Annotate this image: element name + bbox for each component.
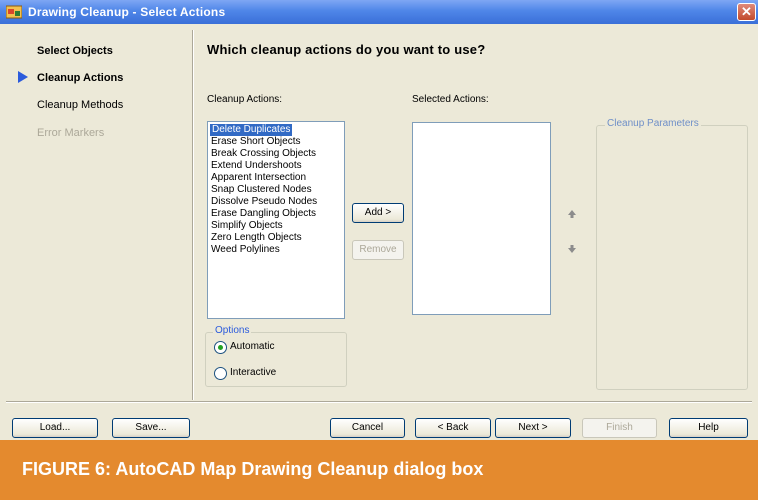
list-item[interactable]: Delete Duplicates <box>210 124 293 136</box>
next-button[interactable]: Next > <box>495 418 571 438</box>
finish-button[interactable]: Finish <box>582 418 657 438</box>
cleanup-actions-list[interactable]: Delete Duplicates Erase Short Objects Br… <box>207 121 345 319</box>
cleanup-parameters-title: Cleanup Parameters <box>605 118 701 129</box>
step-error-markers: Error Markers <box>37 127 105 139</box>
add-button[interactable]: Add > <box>352 203 404 223</box>
sidebar-divider <box>192 30 194 400</box>
current-step-arrow-icon <box>18 71 28 83</box>
list-item[interactable]: Weed Polylines <box>211 244 280 256</box>
page-heading: Which cleanup actions do you want to use… <box>207 42 486 57</box>
wizard-steps: Select Objects Cleanup Actions Cleanup M… <box>0 24 192 400</box>
cancel-button[interactable]: Cancel <box>330 418 405 438</box>
help-button[interactable]: Help <box>669 418 748 438</box>
options-title: Options <box>213 325 252 336</box>
list-item[interactable]: Erase Dangling Objects <box>211 208 316 220</box>
step-select-objects[interactable]: Select Objects <box>37 45 113 57</box>
list-item[interactable]: Apparent Intersection <box>211 172 306 184</box>
app-icon <box>6 5 22 19</box>
load-button[interactable]: Load... <box>12 418 98 438</box>
list-item[interactable]: Break Crossing Objects <box>211 148 316 160</box>
cleanup-actions-label: Cleanup Actions: <box>207 94 283 105</box>
cleanup-parameters-group <box>596 125 748 390</box>
window-title: Drawing Cleanup - Select Actions <box>28 5 226 19</box>
step-cleanup-actions[interactable]: Cleanup Actions <box>37 72 123 84</box>
list-item[interactable]: Extend Undershoots <box>211 160 302 172</box>
interactive-label: Interactive <box>230 367 277 378</box>
options-group <box>205 332 347 387</box>
back-button[interactable]: < Back <box>415 418 491 438</box>
list-item[interactable]: Dissolve Pseudo Nodes <box>211 196 317 208</box>
save-button[interactable]: Save... <box>112 418 190 438</box>
arrow-up-icon <box>568 210 576 218</box>
interactive-radio[interactable] <box>214 367 227 380</box>
move-down-button[interactable] <box>563 240 581 258</box>
selected-actions-list[interactable] <box>412 122 551 315</box>
close-button[interactable]: ✕ <box>737 3 756 21</box>
list-item[interactable]: Erase Short Objects <box>211 136 300 148</box>
arrow-down-icon <box>568 245 576 253</box>
move-up-button[interactable] <box>563 205 581 223</box>
list-item[interactable]: Snap Clustered Nodes <box>211 184 312 196</box>
footer-divider <box>6 401 752 403</box>
figure-caption: FIGURE 6: AutoCAD Map Drawing Cleanup di… <box>0 440 758 500</box>
selected-actions-label: Selected Actions: <box>412 94 489 105</box>
close-icon: ✕ <box>741 4 752 19</box>
figure-caption-text: FIGURE 6: AutoCAD Map Drawing Cleanup di… <box>22 459 484 479</box>
automatic-label: Automatic <box>230 341 275 352</box>
remove-button[interactable]: Remove <box>352 240 404 260</box>
title-bar[interactable]: Drawing Cleanup - Select Actions ✕ <box>0 0 758 24</box>
list-item[interactable]: Zero Length Objects <box>211 232 302 244</box>
automatic-radio[interactable] <box>214 341 227 354</box>
step-cleanup-methods[interactable]: Cleanup Methods <box>37 99 123 111</box>
list-item[interactable]: Simplify Objects <box>211 220 283 232</box>
drawing-cleanup-dialog: Drawing Cleanup - Select Actions ✕ Selec… <box>0 0 758 440</box>
